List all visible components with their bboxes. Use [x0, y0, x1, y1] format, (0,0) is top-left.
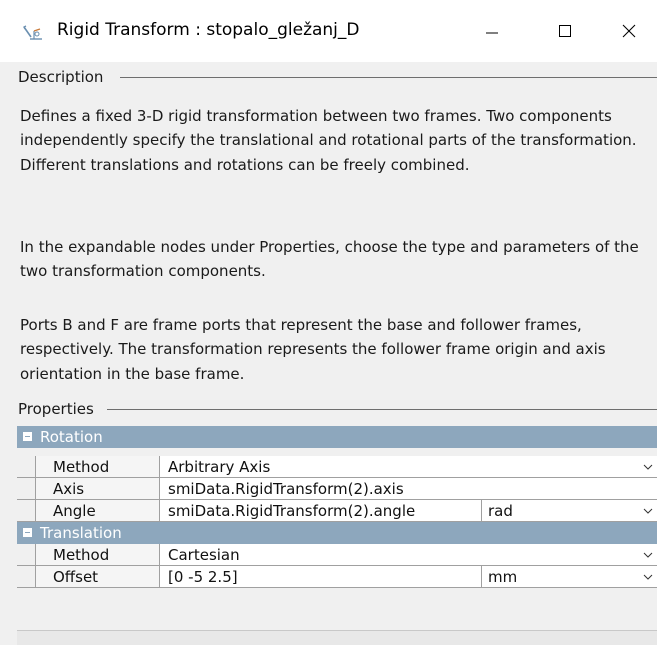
translation-method-value: Cartesian	[168, 546, 240, 564]
section-rotation[interactable]: Rotation	[17, 426, 657, 448]
properties-group-label: Properties	[18, 400, 98, 418]
property-row-translation-method: Method Cartesian	[17, 544, 657, 566]
property-row-rotation-method: Method Arbitrary Axis	[17, 456, 657, 478]
properties-group-line	[107, 409, 657, 410]
row-gutter	[17, 478, 36, 500]
section-rotation-label: Rotation	[40, 428, 103, 446]
maximize-icon	[559, 25, 571, 37]
chevron-down-icon[interactable]	[643, 574, 653, 581]
description-paragraph-1: Defines a fixed 3-D rigid transformation…	[20, 107, 637, 174]
description-paragraph-2: In the expandable nodes under Properties…	[20, 238, 639, 281]
property-name: Angle	[36, 500, 160, 522]
property-row-translation-offset: Offset [0 -5 2.5] mm	[17, 566, 657, 588]
rotation-method-select[interactable]: Arbitrary Axis	[160, 456, 657, 478]
chevron-down-icon[interactable]	[643, 508, 653, 515]
property-name: Method	[36, 544, 160, 566]
chevron-down-icon[interactable]	[643, 552, 653, 559]
description-paragraph-3: Ports B and F are frame ports that repre…	[20, 316, 606, 383]
property-row-rotation-axis: Axis smiData.RigidTransform(2).axis	[17, 478, 657, 500]
angle-unit-select[interactable]: rad	[482, 500, 657, 522]
description-group-label: Description	[18, 68, 108, 86]
table-footer-strip	[17, 630, 657, 645]
property-row-rotation-angle: Angle smiData.RigidTransform(2).angle ra…	[17, 500, 657, 522]
angle-unit-value: rad	[488, 502, 513, 520]
offset-unit-select[interactable]: mm	[482, 566, 657, 588]
rotation-axis-input[interactable]: smiData.RigidTransform(2).axis	[160, 478, 657, 500]
property-name: Axis	[36, 478, 160, 500]
section-translation-label: Translation	[40, 524, 122, 542]
translation-offset-input[interactable]: [0 -5 2.5]	[160, 566, 482, 588]
window-title: Rigid Transform : stopalo_gležanj_D	[57, 20, 360, 40]
property-name: Method	[36, 456, 160, 478]
minimize-icon	[486, 32, 498, 34]
row-gutter	[17, 544, 36, 566]
minimize-button[interactable]	[464, 0, 520, 62]
property-name: Offset	[36, 566, 160, 588]
collapse-icon[interactable]	[23, 528, 32, 537]
rotation-angle-input[interactable]: smiData.RigidTransform(2).angle	[160, 500, 482, 522]
maximize-button[interactable]	[537, 0, 593, 62]
close-icon	[622, 24, 636, 38]
section-translation[interactable]: Translation	[17, 522, 657, 544]
translation-method-select[interactable]: Cartesian	[160, 544, 657, 566]
title-bar: Rigid Transform : stopalo_gležanj_D	[0, 0, 657, 62]
offset-unit-value: mm	[488, 568, 518, 586]
row-gutter	[17, 456, 36, 478]
chevron-down-icon[interactable]	[643, 464, 653, 471]
close-button[interactable]	[601, 0, 657, 62]
description-group-line	[120, 77, 657, 78]
rotation-method-value: Arbitrary Axis	[168, 458, 271, 476]
row-gutter	[17, 500, 36, 522]
collapse-icon[interactable]	[23, 432, 32, 441]
row-gutter	[17, 566, 36, 588]
rigid-transform-block-icon	[23, 25, 42, 40]
